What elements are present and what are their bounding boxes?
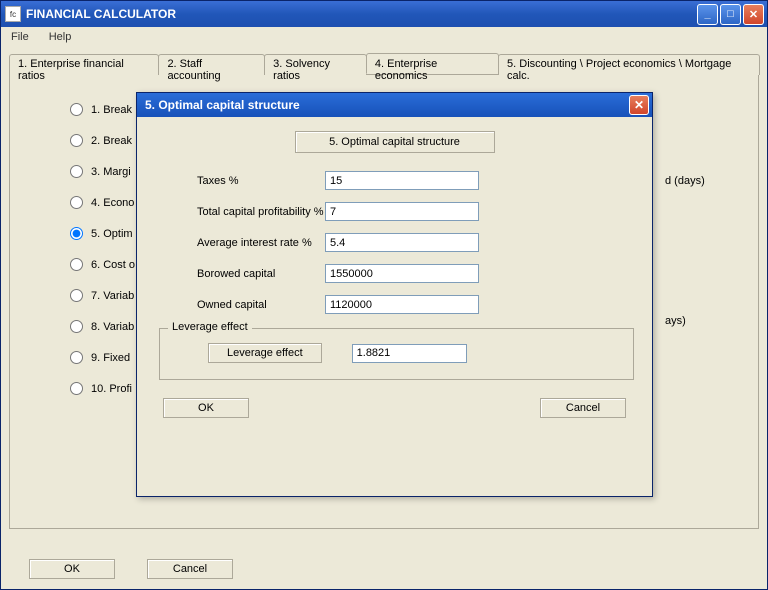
radio-input-4[interactable] bbox=[70, 196, 83, 209]
label-average-interest-rate: Average interest rate % bbox=[155, 237, 325, 249]
leverage-group-title: Leverage effect bbox=[168, 321, 252, 333]
cancel-button[interactable]: Cancel bbox=[147, 559, 233, 579]
label-total-capital-profitability: Total capital profitability % bbox=[155, 206, 325, 218]
label-borrowed-capital: Borowed capital bbox=[155, 268, 325, 280]
radio-input-10[interactable] bbox=[70, 382, 83, 395]
input-borrowed-capital[interactable] bbox=[325, 264, 479, 283]
radio-input-3[interactable] bbox=[70, 165, 83, 178]
minimize-button[interactable]: _ bbox=[697, 4, 718, 25]
tab-solvency-ratios[interactable]: 3. Solvency ratios bbox=[264, 54, 367, 75]
input-taxes[interactable] bbox=[325, 171, 479, 190]
close-button[interactable]: ✕ bbox=[743, 4, 764, 25]
dialog-title-text: 5. Optimal capital structure bbox=[145, 98, 300, 112]
titlebar: fc FINANCIAL CALCULATOR _ □ ✕ bbox=[1, 1, 767, 27]
optimal-capital-dialog: 5. Optimal capital structure ✕ 5. Optima… bbox=[136, 92, 653, 497]
input-owned-capital[interactable] bbox=[325, 295, 479, 314]
menubar: File Help bbox=[1, 27, 767, 47]
window-title: FINANCIAL CALCULATOR bbox=[26, 7, 176, 21]
hint-row7: ays) bbox=[665, 315, 686, 327]
ok-button[interactable]: OK bbox=[29, 559, 115, 579]
menu-help[interactable]: Help bbox=[43, 29, 78, 45]
leverage-effect-output[interactable] bbox=[352, 344, 467, 363]
tab-enterprise-economics[interactable]: 4. Enterprise economics bbox=[366, 53, 499, 74]
hint-row3: d (days) bbox=[665, 175, 705, 187]
main-window: fc FINANCIAL CALCULATOR _ □ ✕ File Help … bbox=[0, 0, 768, 590]
menu-file[interactable]: File bbox=[5, 29, 35, 45]
radio-input-5[interactable] bbox=[70, 227, 83, 240]
dialog-header: 5. Optimal capital structure bbox=[295, 131, 495, 153]
radio-input-1[interactable] bbox=[70, 103, 83, 116]
dialog-ok-button[interactable]: OK bbox=[163, 398, 249, 418]
radio-input-8[interactable] bbox=[70, 320, 83, 333]
label-taxes: Taxes % bbox=[155, 175, 325, 187]
radio-input-2[interactable] bbox=[70, 134, 83, 147]
input-total-capital-profitability[interactable] bbox=[325, 202, 479, 221]
radio-input-6[interactable] bbox=[70, 258, 83, 271]
radio-input-7[interactable] bbox=[70, 289, 83, 302]
radio-input-9[interactable] bbox=[70, 351, 83, 364]
tab-staff-accounting[interactable]: 2. Staff accounting bbox=[158, 54, 265, 75]
dialog-cancel-button[interactable]: Cancel bbox=[540, 398, 626, 418]
leverage-effect-button[interactable]: Leverage effect bbox=[208, 343, 322, 363]
maximize-button[interactable]: □ bbox=[720, 4, 741, 25]
label-owned-capital: Owned capital bbox=[155, 299, 325, 311]
dialog-titlebar: 5. Optimal capital structure ✕ bbox=[137, 93, 652, 117]
dialog-close-button[interactable]: ✕ bbox=[629, 95, 649, 115]
input-average-interest-rate[interactable] bbox=[325, 233, 479, 252]
leverage-groupbox: Leverage effect Leverage effect bbox=[159, 328, 634, 380]
tab-discounting[interactable]: 5. Discounting \ Project economics \ Mor… bbox=[498, 54, 760, 75]
tabstrip: 1. Enterprise financial ratios 2. Staff … bbox=[9, 53, 759, 75]
tab-financial-ratios[interactable]: 1. Enterprise financial ratios bbox=[9, 54, 159, 75]
app-icon: fc bbox=[5, 6, 21, 22]
